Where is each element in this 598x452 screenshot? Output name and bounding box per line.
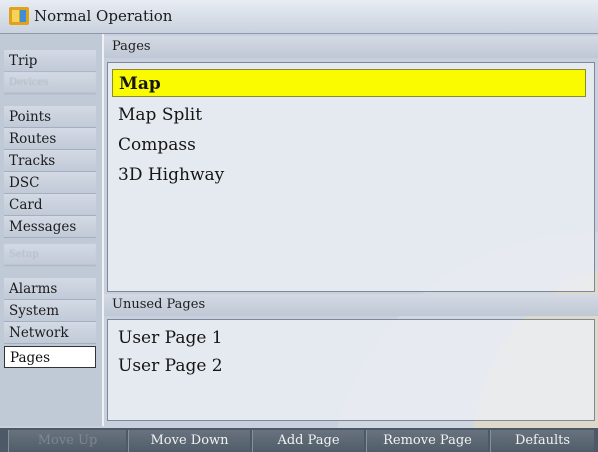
- sidebar-item-tracks[interactable]: Tracks: [4, 150, 96, 172]
- garmin-flag-icon: [9, 7, 29, 25]
- list-item-compass[interactable]: Compass: [112, 131, 586, 159]
- pages-list: Map Map Split Compass 3D Highway: [107, 62, 595, 292]
- sidebar-item-setup[interactable]: Setup: [4, 244, 96, 266]
- add-page-button[interactable]: Add Page: [252, 430, 364, 452]
- sidebar-item-trip[interactable]: Trip: [4, 50, 96, 72]
- garmin-screen: Normal Operation Trip Devices Points Rou…: [0, 0, 598, 452]
- move-up-button[interactable]: Move Up: [8, 430, 126, 452]
- move-down-button[interactable]: Move Down: [128, 430, 250, 452]
- sidebar-item-alarms[interactable]: Alarms: [4, 278, 96, 300]
- list-item-map[interactable]: Map: [112, 69, 586, 97]
- unused-pages-header: Unused Pages: [104, 294, 598, 316]
- softkey-bar: Move Up Move Down Add Page Remove Page D…: [0, 428, 598, 452]
- pages-header: Pages: [104, 36, 598, 58]
- sidebar-menu: Trip Devices Points Routes Tracks DSC Ca…: [0, 34, 104, 426]
- sidebar-item-points[interactable]: Points: [4, 106, 96, 128]
- sidebar-item-network[interactable]: Network: [4, 322, 96, 344]
- sidebar-item-messages[interactable]: Messages: [4, 216, 96, 238]
- window-title: Normal Operation: [34, 7, 173, 25]
- list-item-user-page-2[interactable]: User Page 2: [112, 352, 586, 380]
- list-item-user-page-1[interactable]: User Page 1: [112, 324, 586, 352]
- sidebar-item-card[interactable]: Card: [4, 194, 96, 216]
- list-item-map-split[interactable]: Map Split: [112, 101, 586, 129]
- title-bar: Normal Operation: [0, 0, 598, 34]
- sidebar-item-devices[interactable]: Devices: [4, 72, 96, 94]
- sidebar-item-system[interactable]: System: [4, 300, 96, 322]
- remove-page-button[interactable]: Remove Page: [366, 430, 488, 452]
- sidebar-item-routes[interactable]: Routes: [4, 128, 96, 150]
- sidebar-item-dsc[interactable]: DSC: [4, 172, 96, 194]
- list-item-3d-highway[interactable]: 3D Highway: [112, 161, 586, 189]
- sidebar-item-pages[interactable]: Pages: [4, 346, 96, 368]
- unused-pages-list: User Page 1 User Page 2: [107, 319, 595, 421]
- defaults-button[interactable]: Defaults: [490, 430, 594, 452]
